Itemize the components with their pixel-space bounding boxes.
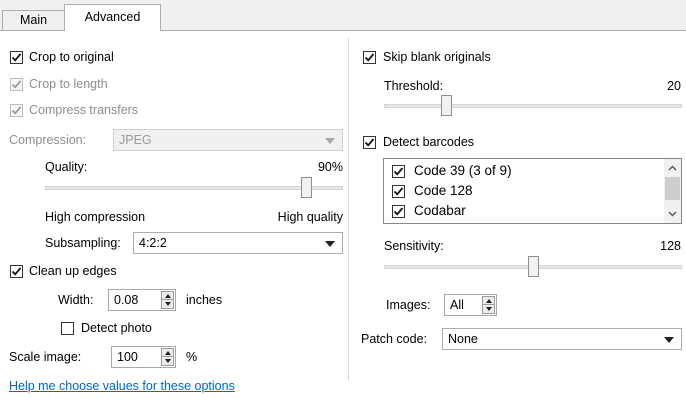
images-label: Images: <box>386 298 431 312</box>
quality-low-label: High compression <box>45 210 146 224</box>
threshold-label: Threshold: <box>384 79 444 93</box>
barcode-checkbox[interactable] <box>392 165 405 178</box>
checkmark-icon <box>11 267 22 276</box>
chevron-down-icon <box>664 337 674 343</box>
scroll-down-icon <box>668 211 677 217</box>
scale-image-spinner[interactable]: 100 <box>111 346 176 368</box>
detect-photo-label[interactable]: Detect photo <box>81 321 152 335</box>
sensitivity-label: Sensitivity: <box>384 239 444 253</box>
tab-advanced-label: Advanced <box>84 10 141 24</box>
arrow-down-icon[interactable] <box>165 302 171 306</box>
tab-main[interactable]: Main <box>2 10 65 30</box>
crop-to-length-checkbox[interactable] <box>10 78 23 91</box>
help-link[interactable]: Help me choose values for these options <box>9 379 235 393</box>
patch-code-label: Patch code: <box>361 332 428 346</box>
checkmark-icon <box>393 167 404 176</box>
list-item[interactable]: Codabar <box>414 203 466 218</box>
arrow-down-icon[interactable] <box>486 307 492 311</box>
images-spinner[interactable]: All <box>444 294 497 316</box>
sensitivity-slider-thumb[interactable] <box>528 256 539 277</box>
scale-image-unit: % <box>186 350 198 364</box>
patch-code-value: None <box>448 332 478 346</box>
list-item[interactable]: Code 39 (3 of 9) <box>414 163 512 178</box>
width-spinner[interactable]: 0.08 <box>108 289 176 311</box>
subsampling-value: 4:2:2 <box>139 236 167 250</box>
images-value: All <box>450 298 464 312</box>
clean-up-edges-label[interactable]: Clean up edges <box>29 264 117 278</box>
crop-to-length-label[interactable]: Crop to length <box>29 77 108 91</box>
scrollbar-thumb[interactable] <box>665 177 680 200</box>
quality-high-label: High quality <box>277 210 343 224</box>
quality-value: 90% <box>317 160 343 174</box>
scroll-up-icon <box>668 165 677 171</box>
detect-photo-checkbox[interactable] <box>61 322 74 335</box>
arrow-up-icon[interactable] <box>165 351 171 355</box>
checkmark-icon <box>11 106 22 115</box>
crop-to-original-checkbox[interactable] <box>10 51 23 64</box>
quality-slider-thumb[interactable] <box>301 177 312 198</box>
skip-blank-label[interactable]: Skip blank originals <box>383 50 491 64</box>
width-unit: inches <box>186 293 223 307</box>
patch-code-select[interactable]: None <box>442 328 682 350</box>
clean-up-edges-checkbox[interactable] <box>10 265 23 278</box>
scale-image-label: Scale image: <box>9 350 82 364</box>
checkmark-icon <box>11 53 22 62</box>
subsampling-select[interactable]: 4:2:2 <box>133 232 343 254</box>
list-item[interactable]: Code 128 <box>414 183 473 198</box>
quality-label: Quality: <box>45 160 88 174</box>
arrow-down-icon[interactable] <box>165 359 171 363</box>
arrow-up-icon[interactable] <box>165 294 171 298</box>
barcode-checkbox[interactable] <box>392 205 405 218</box>
scale-spin-buttons[interactable] <box>161 348 174 366</box>
sensitivity-value: 128 <box>660 239 681 253</box>
checkmark-icon <box>364 138 375 147</box>
list-scrollbar[interactable] <box>664 159 681 223</box>
subsampling-label: Subsampling: <box>45 236 121 250</box>
checkmark-icon <box>393 207 404 216</box>
threshold-value: 20 <box>667 79 681 93</box>
tab-advanced[interactable]: Advanced <box>64 4 161 31</box>
threshold-slider-thumb[interactable] <box>441 95 452 116</box>
tab-main-label: Main <box>19 13 48 27</box>
width-value: 0.08 <box>114 293 139 307</box>
chevron-down-icon <box>325 241 335 247</box>
detect-barcodes-label[interactable]: Detect barcodes <box>383 135 474 149</box>
barcode-list[interactable]: Code 39 (3 of 9) Code 128 Codabar <box>383 158 682 224</box>
images-spin-buttons[interactable] <box>482 296 495 314</box>
compress-transfers-checkbox[interactable] <box>10 104 23 117</box>
scale-image-value: 100 <box>117 350 138 364</box>
width-spin-buttons[interactable] <box>161 291 174 309</box>
quality-slider-track[interactable] <box>45 186 343 190</box>
threshold-slider-track[interactable] <box>384 104 682 108</box>
checkmark-icon <box>11 80 22 89</box>
compression-value: JPEG <box>119 133 152 147</box>
compression-label: Compression: <box>9 133 87 147</box>
compress-transfers-label[interactable]: Compress transfers <box>29 103 138 117</box>
chevron-down-icon <box>325 138 335 144</box>
width-label: Width: <box>58 293 94 307</box>
barcode-checkbox[interactable] <box>392 185 405 198</box>
checkmark-icon <box>364 53 375 62</box>
skip-blank-checkbox[interactable] <box>363 51 376 64</box>
arrow-up-icon[interactable] <box>486 299 492 303</box>
detect-barcodes-checkbox[interactable] <box>363 136 376 149</box>
crop-to-original-label[interactable]: Crop to original <box>29 50 114 64</box>
compression-select[interactable]: JPEG <box>113 129 343 151</box>
column-divider <box>348 38 349 380</box>
checkmark-icon <box>393 187 404 196</box>
